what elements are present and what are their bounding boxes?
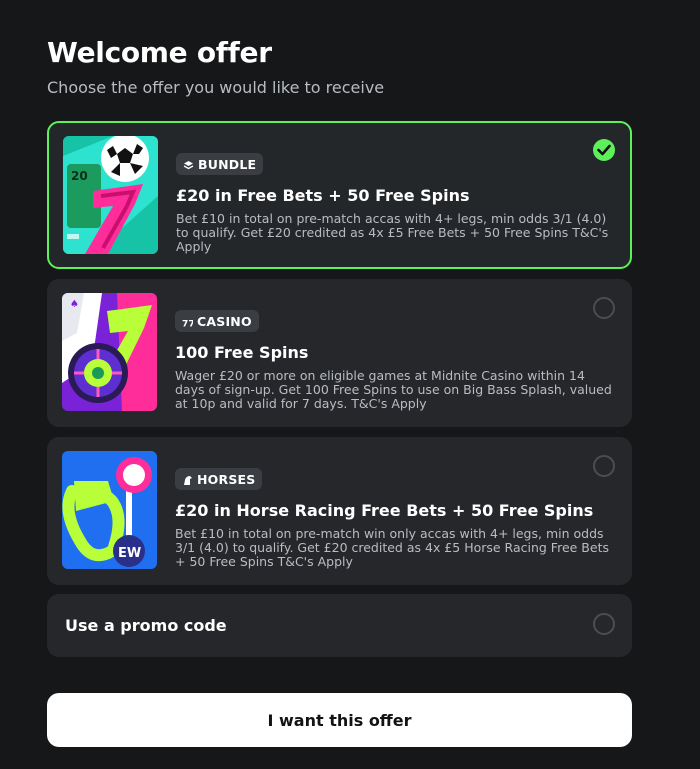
offer-title: 100 Free Spins <box>175 343 309 362</box>
offer-description: Wager £20 or more on eligible games at M… <box>175 368 612 411</box>
horse-icon <box>182 474 193 485</box>
badge-label: HORSES <box>197 471 256 487</box>
offer-card-horses[interactable]: EW HORSES £20 in Horse Racing Free Bets … <box>47 437 632 585</box>
offer-radio[interactable] <box>593 455 615 477</box>
svg-text:77: 77 <box>182 319 193 328</box>
check-icon <box>597 144 611 156</box>
casino-offer-image: ♠ <box>62 293 157 411</box>
offer-description: Bet £10 in total on pre-match win only a… <box>175 526 609 569</box>
horses-badge: HORSES <box>175 468 263 490</box>
casino-icon: 77 <box>182 316 195 329</box>
svg-text:EW: EW <box>118 546 141 561</box>
badge-label: CASINO <box>197 313 252 329</box>
i-want-this-offer-button[interactable]: I want this offer <box>47 693 632 747</box>
offer-title: £20 in Horse Racing Free Bets + 50 Free … <box>175 501 594 520</box>
badge-label: BUNDLE <box>198 156 257 172</box>
offer-title: £20 in Free Bets + 50 Free Spins <box>176 186 470 205</box>
offer-card-casino[interactable]: ♠ 77 CASINO 100 Free Spins Wager £20 or … <box>47 279 632 427</box>
casino-badge: 77 CASINO <box>175 310 259 332</box>
svg-text:♠: ♠ <box>70 299 79 310</box>
stack-icon <box>183 159 194 170</box>
page-title: Welcome offer <box>47 36 272 69</box>
bundle-badge: BUNDLE <box>176 153 264 175</box>
promo-code-label: Use a promo code <box>65 616 227 635</box>
promo-radio[interactable] <box>593 613 615 635</box>
page-subtitle: Choose the offer you would like to recei… <box>47 78 385 97</box>
promo-code-option[interactable]: Use a promo code <box>47 594 632 657</box>
offer-radio-selected[interactable] <box>593 139 615 161</box>
horses-offer-image: EW <box>62 451 157 569</box>
offer-card-bundle[interactable]: 20 BUNDLE £20 in Free Bets + 50 Free Spi… <box>47 121 632 269</box>
svg-text:20: 20 <box>71 169 88 183</box>
offer-description: Bet £10 in total on pre-match accas with… <box>176 211 609 254</box>
offer-radio[interactable] <box>593 297 615 319</box>
bundle-offer-image: 20 <box>63 136 158 254</box>
